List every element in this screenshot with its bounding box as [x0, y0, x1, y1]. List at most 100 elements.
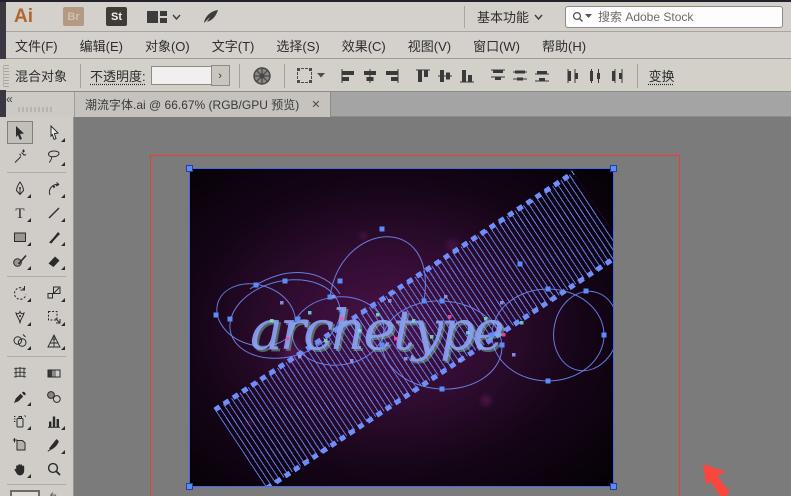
- eyedropper-tool[interactable]: [7, 385, 33, 408]
- align-right-button[interactable]: [381, 64, 403, 88]
- distribute-top-button[interactable]: [487, 64, 509, 88]
- paintbrush-tool[interactable]: [41, 225, 67, 248]
- distribute-left-button[interactable]: [562, 64, 584, 88]
- align-left-button[interactable]: [337, 64, 359, 88]
- free-transform-tool[interactable]: [41, 305, 67, 328]
- close-tab-icon[interactable]: ✕: [311, 98, 320, 111]
- opacity-input[interactable]: [151, 66, 211, 85]
- distribute-bottom-button[interactable]: [531, 64, 553, 88]
- gradient-tool[interactable]: [41, 361, 67, 384]
- shape-builder-tool-icon: [11, 332, 29, 350]
- selection-tool[interactable]: [7, 121, 33, 144]
- shaper-tool[interactable]: [7, 249, 33, 272]
- workspace-switcher[interactable]: 基本功能: [464, 6, 555, 28]
- tool-row: [0, 145, 73, 168]
- slice-tool[interactable]: [41, 433, 67, 456]
- separator: [239, 64, 240, 88]
- red-cursor-arrow: [699, 460, 741, 496]
- rotate-tool[interactable]: [7, 281, 33, 304]
- separator: [284, 64, 285, 88]
- align-vertical-center-button[interactable]: [434, 64, 456, 88]
- bridge-icon[interactable]: Br: [63, 7, 84, 26]
- window-left-edge: [0, 90, 6, 117]
- panel-grip-dots[interactable]: [18, 107, 52, 112]
- tools-panel: T ↰: [0, 117, 74, 496]
- eraser-tool[interactable]: [41, 249, 67, 272]
- document-tab[interactable]: 潮流字体.ai @ 66.67% (RGB/GPU 预览) ✕: [75, 92, 331, 117]
- zoom-tool[interactable]: [41, 457, 67, 480]
- puppet-warp-tool[interactable]: [7, 305, 33, 328]
- panel-grip[interactable]: [3, 65, 9, 87]
- shape-builder-tool[interactable]: [7, 329, 33, 352]
- hand-tool[interactable]: [7, 457, 33, 480]
- bounding-box-options-button[interactable]: [294, 64, 328, 88]
- artboard-tool[interactable]: [7, 433, 33, 456]
- chevron-down-icon: [317, 73, 325, 78]
- opacity-dropdown-button[interactable]: ›: [211, 65, 230, 86]
- menu-window[interactable]: 窗口(W): [462, 36, 531, 55]
- menu-type[interactable]: 文字(T): [201, 36, 266, 55]
- curvature-tool-icon: [45, 180, 63, 198]
- symbol-sprayer-tool[interactable]: [7, 409, 33, 432]
- menu-help[interactable]: 帮助(H): [531, 36, 597, 55]
- line-segment-tool[interactable]: [41, 201, 67, 224]
- selection-handle[interactable]: [186, 165, 193, 172]
- swap-colors-icon[interactable]: ↰: [48, 490, 59, 496]
- toolbar-separator: [7, 172, 66, 173]
- perspective-grid-tool[interactable]: [41, 329, 67, 352]
- menu-edit[interactable]: 编辑(E): [69, 36, 134, 55]
- lasso-tool[interactable]: [41, 145, 67, 168]
- blend-tool[interactable]: [41, 385, 67, 408]
- adobe-stock-search-input[interactable]: 搜索 Adobe Stock: [565, 6, 783, 28]
- perspective-grid-tool-icon: [45, 332, 63, 350]
- type-tool[interactable]: T: [7, 201, 33, 224]
- cc-sync-button[interactable]: [201, 8, 221, 26]
- align-bottom-button[interactable]: [456, 64, 478, 88]
- mesh-tool[interactable]: [7, 361, 33, 384]
- chevron-down-icon: [172, 14, 181, 20]
- tool-row: [0, 225, 73, 248]
- selection-handle[interactable]: [610, 483, 617, 490]
- menu-object[interactable]: 对象(O): [134, 36, 201, 55]
- scale-tool[interactable]: [41, 281, 67, 304]
- rectangle-tool[interactable]: [7, 225, 33, 248]
- svg-text:archetype: archetype: [250, 298, 503, 362]
- menubar: 文件(F)编辑(E)对象(O)文字(T)选择(S)效果(C)视图(V)窗口(W)…: [0, 33, 791, 59]
- distribute-horizontal-center-button[interactable]: [584, 64, 606, 88]
- align-horizontal-center-button[interactable]: [359, 64, 381, 88]
- tool-row: [0, 433, 73, 456]
- selection-handle[interactable]: [610, 165, 617, 172]
- menu-select[interactable]: 选择(S): [265, 36, 330, 55]
- magic-wand-tool[interactable]: [7, 145, 33, 168]
- bounding-box-icon: [297, 68, 312, 83]
- distribute-right-button[interactable]: [606, 64, 628, 88]
- align-buttons: [337, 64, 628, 88]
- arrange-documents-button[interactable]: [147, 10, 181, 24]
- zoom-tool-icon: [45, 460, 63, 478]
- menu-file[interactable]: 文件(F): [4, 36, 69, 55]
- menu-view[interactable]: 视图(V): [397, 36, 462, 55]
- transform-link[interactable]: 变换: [649, 66, 675, 85]
- fill-color-swatch[interactable]: [10, 490, 40, 496]
- artwork-canvas[interactable]: archetypearchetype: [189, 168, 614, 487]
- canvas-pasteboard[interactable]: archetypearchetype: [74, 117, 791, 496]
- selection-tool-icon: [11, 124, 29, 142]
- align-top-icon: [415, 68, 431, 84]
- document-tab-title: 潮流字体.ai @ 66.67% (RGB/GPU 预览): [85, 96, 299, 113]
- curvature-tool[interactable]: [41, 177, 67, 200]
- recolor-artwork-button[interactable]: [249, 64, 275, 88]
- shaper-tool-icon: [11, 252, 29, 270]
- distribute-vertical-center-button[interactable]: [509, 64, 531, 88]
- pen-tool[interactable]: [7, 177, 33, 200]
- menu-effect[interactable]: 效果(C): [331, 36, 397, 55]
- align-top-button[interactable]: [412, 64, 434, 88]
- stock-icon[interactable]: St: [106, 7, 127, 26]
- collapse-panel-button[interactable]: «: [6, 92, 11, 106]
- selection-handle[interactable]: [186, 483, 193, 490]
- direct-selection-tool[interactable]: [41, 121, 67, 144]
- fill-stroke-swatches[interactable]: ↰: [10, 490, 65, 496]
- opacity-label[interactable]: 不透明度:: [90, 66, 146, 85]
- column-graph-tool[interactable]: [41, 409, 67, 432]
- chevron-down-icon: [585, 14, 592, 19]
- column-graph-tool-icon: [45, 412, 63, 430]
